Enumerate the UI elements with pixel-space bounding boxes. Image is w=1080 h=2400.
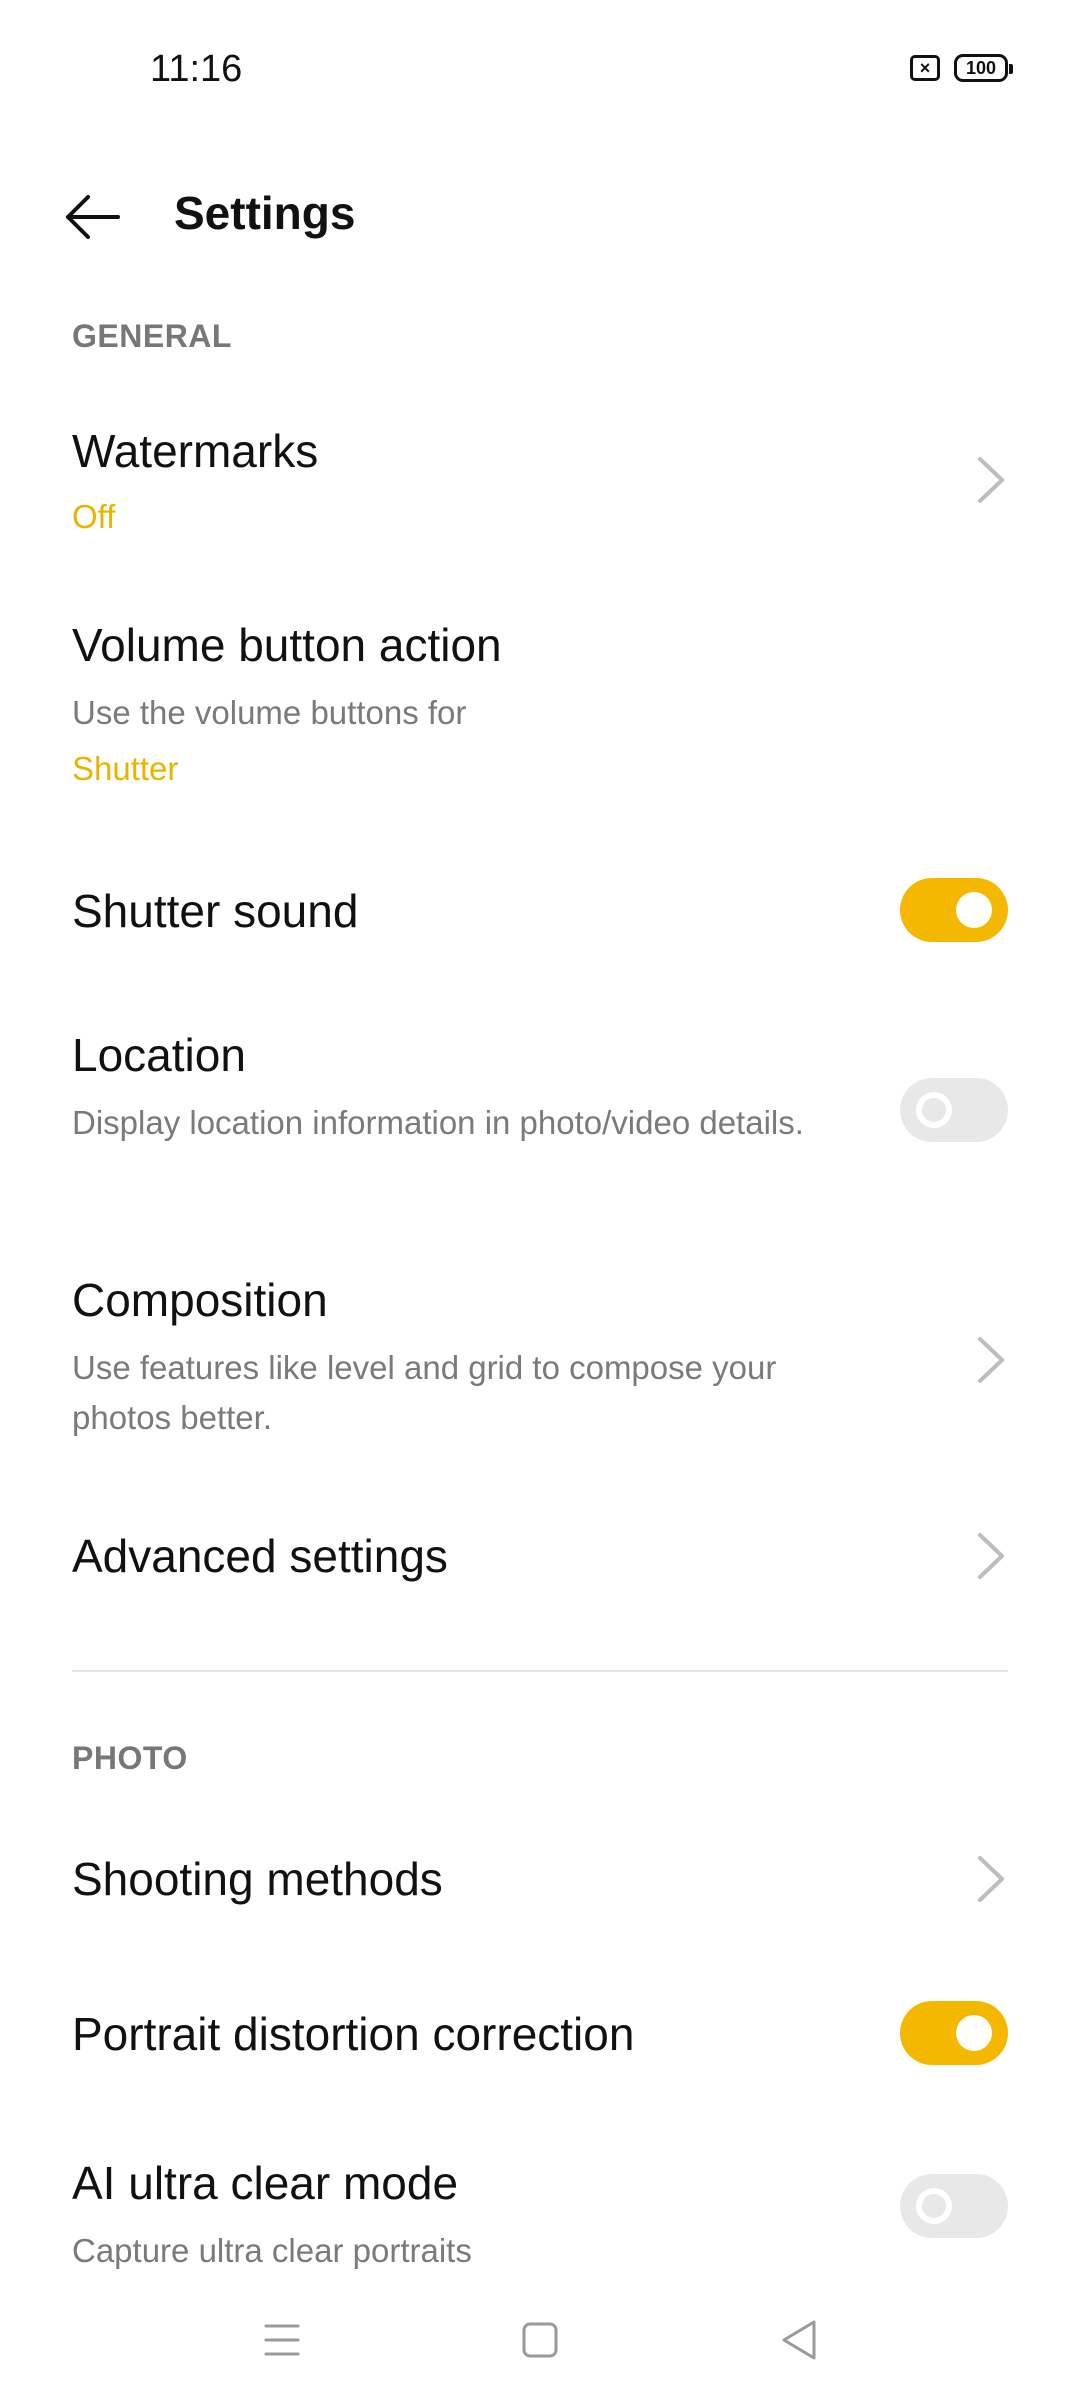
home-square-icon[interactable] [510, 2310, 570, 2370]
volume-button-action-subtitle: Use the volume buttons for [72, 694, 467, 731]
status-bar: 11:16 × 100 [0, 0, 1080, 140]
chevron-right-icon [978, 1337, 1004, 1383]
portrait-distortion-toggle[interactable] [900, 2001, 1008, 2065]
chevron-right-icon [978, 1856, 1004, 1902]
back-button[interactable] [60, 182, 130, 252]
shooting-methods-title: Shooting methods [72, 1853, 443, 1905]
ai-ultra-clear-row: AI ultra clear mode Capture ultra clear … [0, 2138, 1080, 2278]
chevron-right-icon [978, 457, 1004, 503]
status-icons: × 100 [910, 54, 1013, 82]
ai-ultra-clear-title: AI ultra clear mode [72, 2157, 459, 2209]
composition-title: Composition [72, 1274, 328, 1326]
arrow-left-icon [66, 195, 120, 239]
location-toggle[interactable] [900, 1078, 1008, 1142]
location-title: Location [72, 1029, 246, 1081]
watermarks-row[interactable]: Watermarks Off [0, 400, 1080, 560]
status-time: 11:16 [150, 48, 243, 90]
volume-button-action-value: Shutter [72, 750, 179, 787]
ai-ultra-clear-toggle[interactable] [900, 2174, 1008, 2238]
shooting-methods-row[interactable]: Shooting methods [0, 1828, 1080, 1928]
shutter-sound-toggle[interactable] [900, 878, 1008, 942]
app-bar: Settings [0, 160, 1080, 270]
toggle-knob [916, 2188, 952, 2224]
watermarks-value: Off [72, 498, 116, 535]
portrait-distortion-row: Portrait distortion correction [0, 1983, 1080, 2083]
portrait-distortion-title: Portrait distortion correction [72, 2008, 635, 2060]
location-row: Location Display location information in… [0, 1010, 1080, 1210]
ai-ultra-clear-subtitle: Capture ultra clear portraits [72, 2232, 472, 2269]
location-subtitle: Display location information in photo/vi… [72, 1104, 804, 1141]
watermarks-title: Watermarks [72, 425, 319, 477]
shutter-sound-title: Shutter sound [72, 885, 359, 937]
menu-icon[interactable] [252, 2310, 312, 2370]
shutter-sound-row: Shutter sound [0, 860, 1080, 960]
volume-button-action-row[interactable]: Volume button action Use the volume butt… [0, 600, 1080, 820]
navigation-bar [0, 2290, 1080, 2400]
page-title: Settings [174, 187, 356, 239]
camera-settings-screen: 11:16 × 100 Settings GENERAL Watermarks … [0, 0, 1080, 2400]
advanced-settings-row[interactable]: Advanced settings [0, 1505, 1080, 1605]
battery-level: 100 [965, 57, 997, 78]
section-header-photo: PHOTO [72, 1740, 188, 1776]
toggle-knob [916, 1092, 952, 1128]
advanced-settings-title: Advanced settings [72, 1530, 448, 1582]
composition-subtitle: Use features like level and grid to comp… [72, 1349, 777, 1436]
composition-row[interactable]: Composition Use features like level and … [0, 1255, 1080, 1455]
battery-icon: 100 [954, 54, 1013, 82]
chevron-right-icon [978, 1533, 1004, 1579]
toggle-knob [956, 2015, 992, 2051]
section-divider [72, 1670, 1008, 1672]
volume-button-action-title: Volume button action [72, 619, 502, 671]
back-triangle-icon[interactable] [770, 2310, 830, 2370]
sim-x-icon: × [910, 55, 940, 81]
toggle-knob [956, 892, 992, 928]
section-header-general: GENERAL [72, 318, 232, 354]
